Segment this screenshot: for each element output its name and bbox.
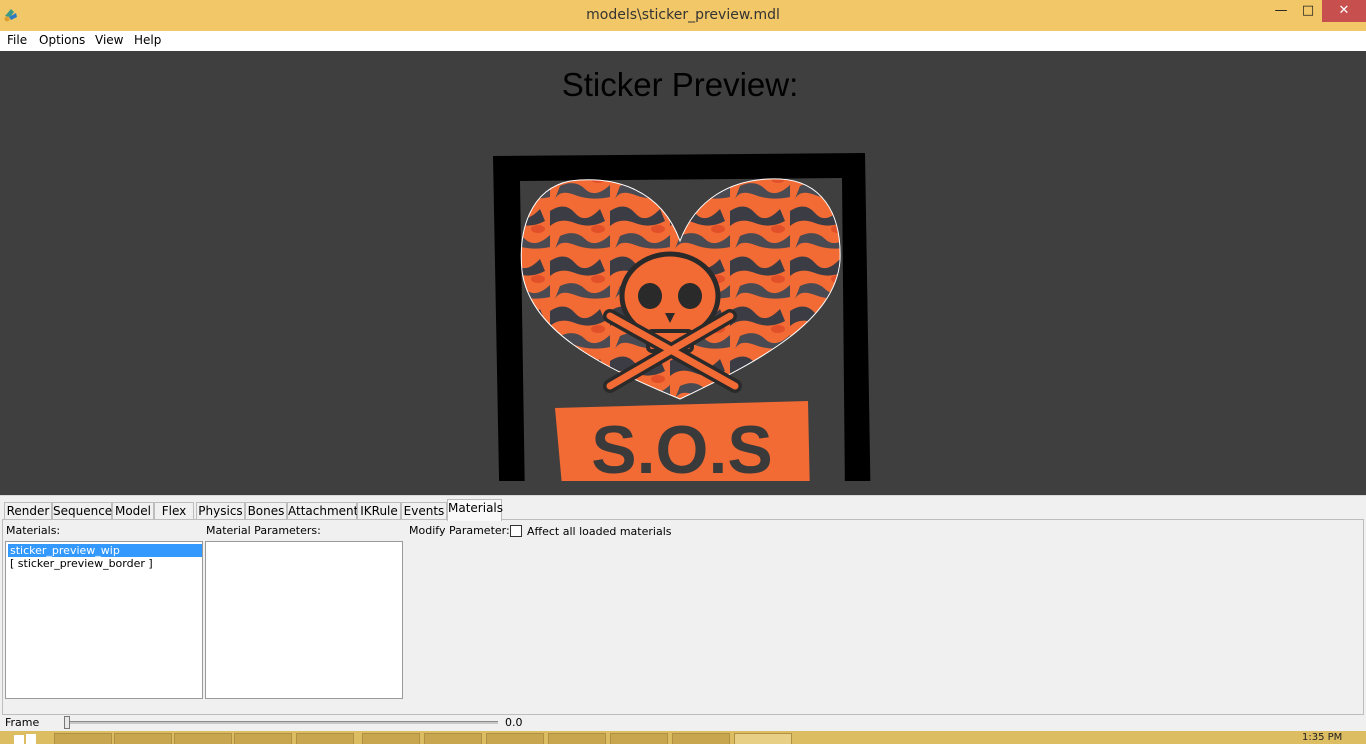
window-title: models\sticker_preview.mdl — [586, 7, 780, 23]
tab-bones[interactable]: Bones — [245, 502, 287, 520]
viewport-title: Sticker Preview: — [561, 66, 799, 103]
taskbar-hlmv-icon[interactable] — [734, 733, 792, 744]
affect-all-label: Affect all loaded materials — [527, 525, 672, 538]
menu-view[interactable]: View — [95, 33, 123, 47]
modify-parameter-label: Modify Parameter: — [409, 524, 510, 537]
frame-label: Frame — [5, 716, 40, 729]
close-button[interactable]: ✕ — [1322, 0, 1366, 22]
sticker-banner-text: S.O.S — [591, 412, 772, 481]
taskbar-steam-icon[interactable] — [672, 733, 730, 744]
taskbar-camera-icon[interactable] — [296, 733, 354, 744]
tab-materials[interactable]: Materials — [447, 499, 503, 521]
sticker-preview-image: S.O.S — [493, 153, 871, 481]
tab-ikrule[interactable]: IKRule — [357, 502, 401, 520]
taskbar: 1:35 PM — [0, 731, 1366, 744]
tab-render[interactable]: Render — [4, 502, 52, 520]
taskbar-winrar-icon[interactable] — [610, 733, 668, 744]
frame-value: 0.0 — [505, 716, 523, 729]
control-panel: Render Sequence Model Flex Physics Bones… — [0, 495, 1366, 716]
title-bar: models\sticker_preview.mdl — □ ✕ — [0, 0, 1366, 31]
taskbar-clock[interactable]: 1:35 PM — [1302, 732, 1342, 743]
minimize-button[interactable]: — — [1266, 0, 1296, 22]
tab-flex[interactable]: Flex — [154, 502, 194, 520]
taskbar-premiere-icon[interactable] — [362, 733, 420, 744]
start-icon[interactable] — [12, 733, 38, 744]
menu-bar: File Options View Help — [0, 31, 1366, 51]
taskbar-photo-icon[interactable] — [424, 733, 482, 744]
taskbar-firefox-icon[interactable] — [234, 733, 292, 744]
menu-help[interactable]: Help — [134, 33, 161, 47]
material-parameters-label: Material Parameters: — [206, 524, 321, 537]
materials-label: Materials: — [6, 524, 61, 537]
menu-file[interactable]: File — [7, 33, 27, 47]
tab-events[interactable]: Events — [401, 502, 447, 520]
model-viewport[interactable]: Sticker Preview: S.O.S — [0, 51, 1366, 495]
frame-slider-track[interactable] — [66, 721, 498, 724]
tab-sequence[interactable]: Sequence — [52, 502, 112, 520]
taskbar-globe-icon[interactable] — [548, 733, 606, 744]
materials-list[interactable]: sticker_preview_wip [ sticker_preview_bo… — [5, 541, 203, 699]
material-item[interactable]: sticker_preview_wip — [8, 544, 202, 557]
taskbar-app-icon[interactable] — [486, 733, 544, 744]
material-parameters-list[interactable] — [205, 541, 403, 699]
tab-model[interactable]: Model — [112, 502, 154, 520]
maximize-button[interactable]: □ — [1293, 0, 1323, 22]
menu-options[interactable]: Options — [39, 33, 85, 47]
frame-slider-thumb[interactable] — [64, 716, 70, 729]
material-item[interactable]: [ sticker_preview_border ] — [8, 557, 155, 570]
tab-attachments[interactable]: Attachments — [287, 502, 365, 520]
taskbar-chrome-icon[interactable] — [174, 733, 232, 744]
affect-all-checkbox[interactable] — [510, 525, 522, 537]
taskbar-explorer-icon[interactable] — [114, 733, 172, 744]
materials-tab-content: Materials: sticker_preview_wip [ sticker… — [2, 519, 1364, 715]
tab-physics[interactable]: Physics — [196, 502, 245, 520]
taskbar-ie-icon[interactable] — [54, 733, 112, 744]
